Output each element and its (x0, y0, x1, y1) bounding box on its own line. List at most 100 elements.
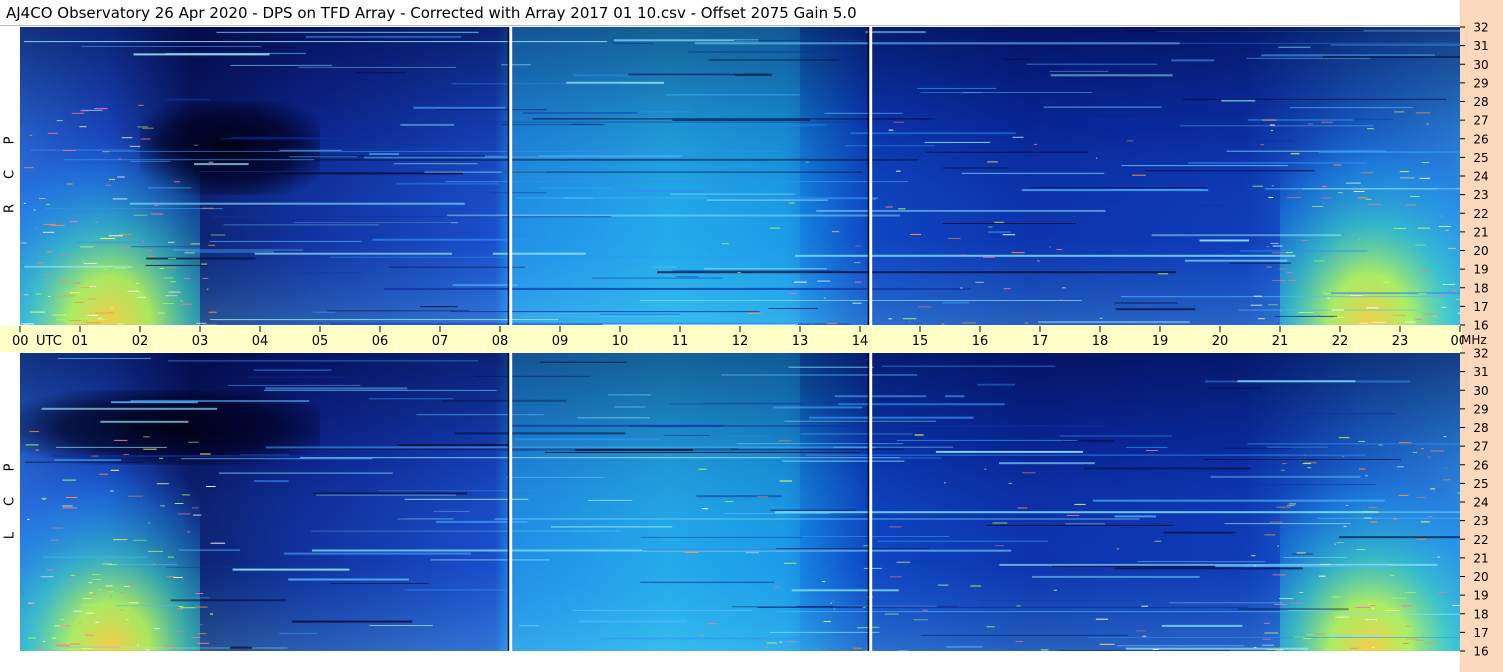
signal-speck (70, 574, 76, 576)
rfi-line (1182, 98, 1447, 100)
signal-speck (1277, 545, 1280, 547)
signal-speck (1279, 268, 1287, 270)
signal-speck (85, 634, 95, 636)
frequency-tick-label: 30 (1473, 58, 1488, 72)
signal-speck (1154, 540, 1162, 542)
signal-speck (889, 526, 902, 528)
rfi-line (230, 64, 332, 66)
rfi-line (999, 462, 1095, 465)
rfi-line (1204, 459, 1401, 460)
signal-speck (1260, 144, 1264, 146)
signal-speck (1132, 174, 1146, 176)
daytime-background-region (512, 353, 800, 651)
signal-speck (181, 303, 193, 305)
signal-speck (1415, 112, 1431, 114)
rfi-line (400, 123, 454, 126)
rfi-line (130, 160, 171, 162)
rfi-line (1026, 63, 1157, 65)
rfi-line (1163, 531, 1235, 534)
frequency-tick-label: 21 (1473, 551, 1488, 565)
signal-speck (1427, 456, 1431, 458)
rfi-line (1323, 55, 1460, 58)
rfi-line (210, 319, 559, 321)
signal-speck (1314, 260, 1325, 262)
rfi-line (223, 224, 380, 226)
signal-speck (159, 457, 164, 459)
rfi-line (1114, 515, 1156, 518)
rfi-line (640, 581, 775, 583)
rfi-line (1331, 292, 1460, 295)
rfi-line (850, 132, 1016, 135)
rfi-line (588, 499, 633, 501)
rfi-line (181, 597, 210, 599)
title-divider (0, 25, 1462, 26)
signal-speck (898, 208, 906, 210)
signal-speck (46, 251, 52, 253)
signal-speck (162, 303, 175, 304)
rfi-line (279, 632, 317, 634)
signal-speck (80, 110, 89, 112)
signal-speck (1440, 215, 1443, 217)
signal-speck (149, 255, 156, 257)
signal-speck (59, 625, 71, 627)
signal-speck (83, 598, 91, 599)
rfi-line (378, 490, 540, 492)
signal-speck (1416, 538, 1427, 540)
signal-speck (1331, 596, 1341, 598)
frequency-tick-label: 16 (1473, 645, 1488, 659)
signal-speck (833, 608, 836, 610)
rfi-line (312, 311, 336, 313)
signal-speck (194, 606, 208, 608)
rfi-line (454, 432, 626, 435)
rfi-line (921, 634, 1128, 636)
signal-speck (853, 647, 863, 649)
signal-speck (1412, 451, 1418, 453)
signal-speck (1455, 299, 1460, 300)
signal-speck (141, 240, 144, 242)
rfi-line (1302, 188, 1460, 190)
signal-speck (89, 312, 92, 314)
rfi-line (170, 599, 286, 602)
rfi-line (696, 495, 782, 498)
rfi-line (592, 277, 724, 279)
frequency-tick-label: 18 (1473, 281, 1488, 295)
signal-speck (1261, 644, 1274, 646)
rfi-line (1065, 523, 1105, 525)
signal-speck (1385, 610, 1400, 611)
signal-speck (1333, 164, 1342, 166)
signal-speck (114, 267, 127, 269)
signal-speck (1060, 299, 1063, 301)
signal-speck (983, 256, 996, 258)
rfi-line (441, 399, 567, 402)
signal-speck (1152, 649, 1159, 650)
signal-speck (1406, 638, 1419, 640)
rfi-line (368, 398, 454, 400)
frequency-tick-label: 22 (1473, 533, 1488, 547)
rfi-line (1184, 259, 1288, 262)
lcp-label-l: P (2, 463, 18, 472)
signal-speck (1298, 312, 1314, 313)
signal-speck (1003, 288, 1011, 290)
rfi-line (1199, 204, 1224, 207)
rfi-line (1267, 446, 1328, 448)
signal-speck (788, 202, 795, 204)
signal-speck (195, 593, 204, 594)
signal-speck (1334, 543, 1337, 545)
signal-speck (198, 633, 207, 635)
signal-speck (79, 126, 87, 128)
signal-speck (1099, 317, 1103, 319)
signal-speck (1017, 507, 1028, 509)
utc-tick-label: 09 (552, 334, 569, 349)
signal-speck (59, 619, 65, 621)
signal-speck (92, 593, 96, 595)
rfi-line (1059, 650, 1231, 651)
signal-speck (724, 501, 734, 503)
rfi-line (1084, 467, 1251, 470)
signal-speck (137, 644, 139, 646)
utc-tick-label: 12 (732, 334, 749, 349)
signal-speck (1337, 192, 1343, 194)
time-marker-line (869, 353, 873, 651)
daytime-background-region (512, 27, 800, 325)
signal-speck (1433, 315, 1437, 317)
rfi-line (1103, 200, 1123, 202)
